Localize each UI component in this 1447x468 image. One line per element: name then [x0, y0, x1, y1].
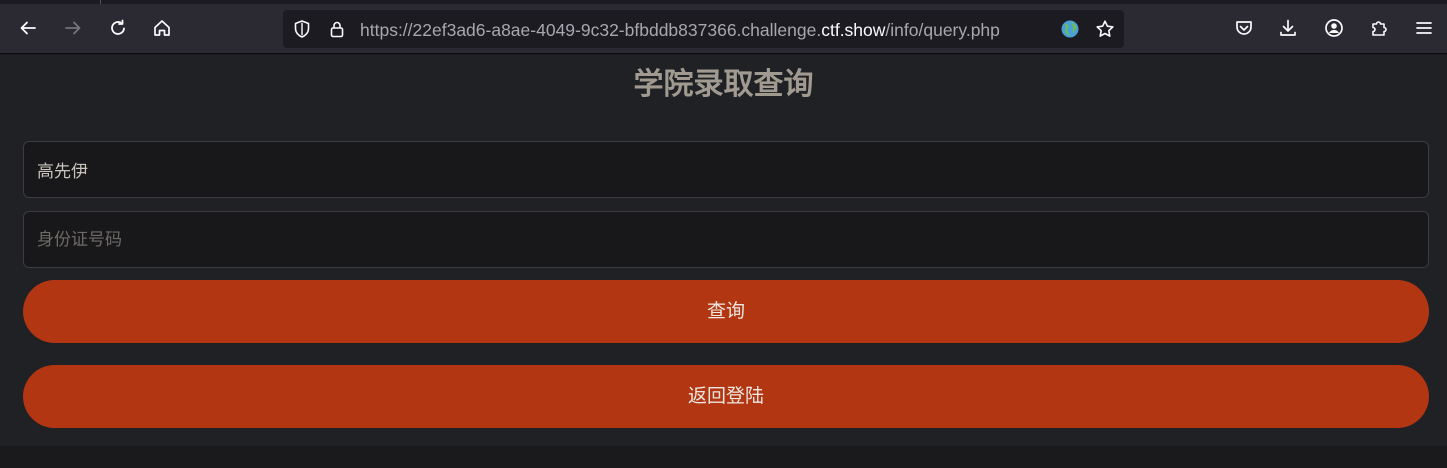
- url-text[interactable]: https://22ef3ad6-a8ae-4049-9c32-bfbddb83…: [360, 19, 1050, 41]
- account-button[interactable]: [1318, 12, 1350, 44]
- page-bottom-strip: [0, 446, 1447, 468]
- puzzle-icon: [1372, 21, 1387, 36]
- pocket-icon: [1236, 21, 1252, 35]
- id-number-field[interactable]: [23, 211, 1429, 268]
- tab-strip: [0, 0, 1447, 4]
- name-field[interactable]: [23, 141, 1429, 198]
- url-domain: ctf.show: [821, 20, 886, 40]
- menu-button[interactable]: [1408, 12, 1440, 44]
- reload-button[interactable]: [102, 12, 134, 44]
- hamburger-menu-icon: [1416, 22, 1432, 34]
- url-fade: [1013, 16, 1053, 42]
- extensions-button[interactable]: [1363, 12, 1395, 44]
- url-path: /info/query.php: [885, 20, 1000, 40]
- arrow-right-icon: [65, 21, 81, 35]
- back-to-login-button[interactable]: 返回登陆: [23, 365, 1429, 428]
- arrow-left-icon: [20, 21, 36, 35]
- shield-icon[interactable]: [292, 19, 312, 39]
- globe-icon[interactable]: [1060, 19, 1080, 39]
- download-icon: [1280, 19, 1296, 36]
- back-button[interactable]: [12, 12, 44, 44]
- page-title: 学院录取查询: [633, 67, 814, 102]
- tab-divider: [100, 0, 101, 4]
- home-icon: [154, 20, 170, 36]
- url-prefix: https://22ef3ad6-a8ae-4049-9c32-bfbddb83…: [360, 20, 822, 40]
- browser-toolbar: https://22ef3ad6-a8ae-4049-9c32-bfbddb83…: [0, 0, 1447, 54]
- downloads-button[interactable]: [1272, 12, 1304, 44]
- reload-icon: [111, 19, 125, 35]
- url-bar[interactable]: https://22ef3ad6-a8ae-4049-9c32-bfbddb83…: [283, 10, 1124, 48]
- star-bookmark-icon[interactable]: [1095, 19, 1115, 39]
- account-icon: [1325, 19, 1343, 37]
- forward-button[interactable]: [57, 12, 89, 44]
- home-button[interactable]: [146, 12, 178, 44]
- pocket-button[interactable]: [1228, 12, 1260, 44]
- query-button[interactable]: 查询: [23, 280, 1429, 343]
- lock-icon[interactable]: [327, 19, 347, 39]
- page-content: 学院录取查询 查询 返回登陆: [0, 55, 1447, 446]
